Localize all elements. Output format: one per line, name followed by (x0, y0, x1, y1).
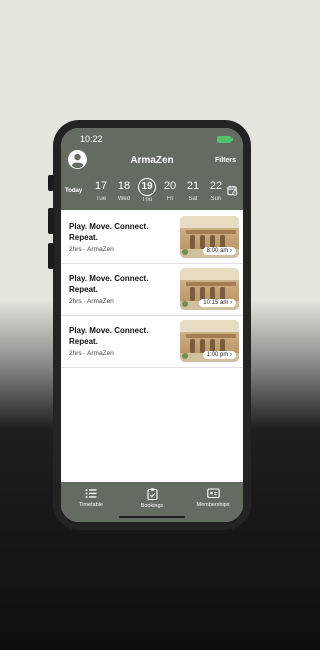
phone-side-button (48, 175, 54, 191)
day-wed[interactable]: 18 Wed (114, 178, 134, 203)
status-time: 10:22 (80, 134, 103, 144)
class-time-pill: 8:00 am › (202, 247, 236, 255)
today-button[interactable]: Today (65, 188, 82, 194)
class-list-item[interactable]: Play. Move. Connect. Repeat. 2hrs · Arma… (61, 316, 243, 368)
class-title: Play. Move. Connect. Repeat. (69, 222, 149, 242)
app-screen: 10:22 ArmaZen Filters Today 17 Tue 18 We… (61, 128, 243, 522)
class-time-pill: 1:00 pm › (202, 351, 236, 359)
day-sun[interactable]: 22 Sun (206, 178, 226, 203)
class-list: Play. Move. Connect. Repeat. 2hrs · Arma… (61, 212, 243, 368)
calendar-icon[interactable] (227, 185, 238, 196)
class-title: Play. Move. Connect. Repeat. (69, 326, 149, 346)
phone-side-button (48, 208, 54, 234)
tab-label: Memberships (196, 502, 230, 508)
tab-memberships[interactable]: Memberships (183, 488, 243, 508)
class-meta: 2hrs · ArmaZen (69, 298, 114, 305)
class-meta: 2hrs · ArmaZen (69, 350, 114, 357)
header: 10:22 ArmaZen Filters Today 17 Tue 18 We… (61, 128, 243, 210)
tab-label: Bookings (140, 503, 164, 509)
class-list-item[interactable]: Play. Move. Connect. Repeat. 2hrs · Arma… (61, 264, 243, 316)
date-strip: 17 Tue 18 Wed 19 Thu 20 Fri 21 Sat 22 Su… (91, 178, 223, 206)
battery-icon (217, 136, 233, 143)
day-fri[interactable]: 20 Fri (160, 178, 180, 203)
membership-card-icon (206, 488, 220, 499)
home-indicator (119, 516, 185, 518)
filters-button[interactable]: Filters (215, 157, 236, 164)
class-thumbnail: 8:00 am › (180, 216, 239, 258)
day-sat[interactable]: 21 Sat (183, 178, 203, 203)
tab-label: Timetable (79, 502, 103, 508)
day-tue[interactable]: 17 Tue (91, 178, 111, 203)
clipboard-icon (146, 488, 158, 500)
class-time-pill: 10:15 am › (199, 299, 236, 307)
bottom-tab-bar: Timetable Bookings Memberships (61, 482, 243, 522)
class-meta: 2hrs · ArmaZen (69, 246, 114, 253)
class-list-item[interactable]: Play. Move. Connect. Repeat. 2hrs · Arma… (61, 212, 243, 264)
list-icon (85, 489, 97, 498)
class-thumbnail: 10:15 am › (180, 268, 239, 310)
class-thumbnail: 1:00 pm › (180, 320, 239, 362)
class-title: Play. Move. Connect. Repeat. (69, 274, 149, 294)
phone-side-button (48, 243, 54, 269)
tab-bookings[interactable]: Bookings (122, 488, 182, 509)
tab-timetable[interactable]: Timetable (61, 488, 121, 508)
day-thu-selected[interactable]: 19 Thu (137, 178, 157, 204)
selected-day-circle: 19 (138, 178, 156, 196)
